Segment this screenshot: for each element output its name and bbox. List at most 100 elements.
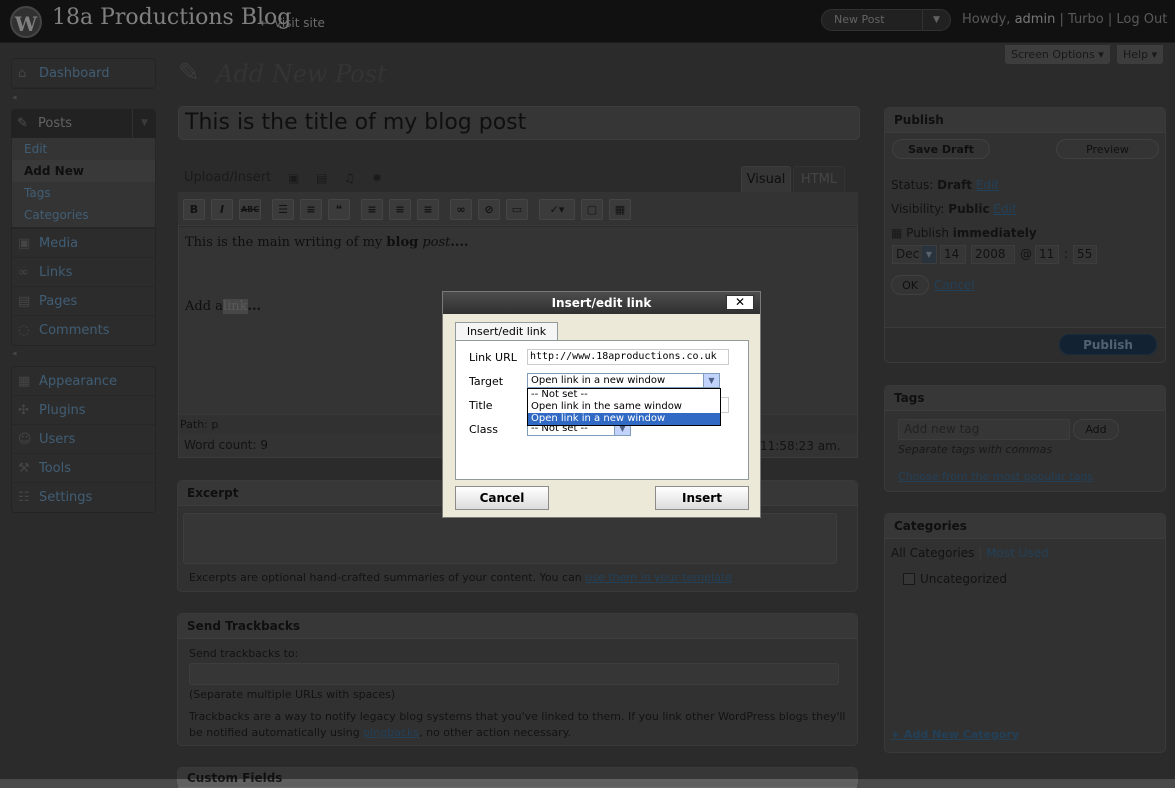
cancel-schedule-link[interactable]: Cancel [934,278,975,292]
trackbacks-help-text: , no other action necessary. [419,726,572,739]
target-option-highlighted[interactable]: Open link in a new window [528,413,720,425]
blog-name[interactable]: 18a Productions Blog [52,5,291,30]
add-video-icon[interactable]: ▤ [316,171,327,185]
target-select[interactable]: Open link in a new window ▼ [527,373,720,388]
separator-arrow-icon[interactable]: ◂ [12,349,17,359]
target-option[interactable]: -- Not set -- [528,389,720,401]
content-bold: blog [386,235,419,250]
fullscreen-icon[interactable]: ▢ [581,199,603,220]
italic-icon[interactable]: I [211,199,233,220]
sidebar-item-media[interactable]: ▣ Media [12,229,155,258]
kitchen-sink-icon[interactable]: ▦ [609,199,631,220]
sidebar-item-pages[interactable]: ▤ Pages [12,287,155,316]
chevron-down-icon[interactable]: ▼ [922,246,936,263]
excerpt-textarea[interactable] [183,513,837,564]
tab-visual[interactable]: Visual [741,166,791,192]
chevron-down-icon[interactable]: ▼ [132,109,156,138]
wordpress-logo-icon[interactable]: W [10,6,42,38]
tab-most-used[interactable]: Most Used [986,546,1049,560]
trackbacks-input[interactable] [189,663,839,685]
numbered-list-icon[interactable]: ≡ [300,199,322,220]
title-label: Title [469,399,493,412]
edit-status-link[interactable]: Edit [976,178,999,192]
sidebar-item-links[interactable]: ∞ Links [12,258,155,287]
day-input[interactable]: 14 [940,245,966,264]
sidebar-item-plugins[interactable]: ✣ Plugins [12,396,155,425]
bullet-list-icon[interactable]: ☰ [272,199,294,220]
add-tag-button[interactable]: Add [1073,419,1119,440]
align-center-icon[interactable]: ≡ [389,199,411,220]
blockquote-icon[interactable]: ❝ [328,199,350,220]
edit-visibility-link[interactable]: Edit [993,202,1016,216]
submenu-item-edit[interactable]: Edit [12,138,155,160]
sidebar-item-posts[interactable]: ✎ Posts ▼ [11,109,156,138]
help-button[interactable]: Help ▾ [1117,45,1164,64]
separator-arrow-icon[interactable]: ◂ [12,93,17,103]
favorite-actions-dropdown[interactable]: New Post ▼ [821,9,951,31]
sidebar-group-content: ▣ Media ∞ Links ▤ Pages ◌ Comments [11,228,156,346]
save-draft-button[interactable]: Save Draft [892,139,990,159]
tab-html[interactable]: HTML [793,166,845,192]
screen-options-button[interactable]: Screen Options ▾ [1005,45,1110,64]
align-left-icon[interactable]: ≡ [361,199,383,220]
custom-fields-title[interactable]: Custom Fields [178,768,857,788]
insert-link-icon[interactable]: ∞ [450,199,472,220]
trackbacks-title[interactable]: Send Trackbacks [178,614,857,639]
sidebar-item-comments[interactable]: ◌ Comments [12,316,155,345]
chevron-down-icon[interactable]: ▼ [703,374,719,387]
sidebar-item-tools[interactable]: ⚒ Tools [12,454,155,483]
tab-all-categories[interactable]: All Categories [891,546,974,560]
sidebar-item-label: Settings [39,490,93,505]
spellcheck-icon[interactable]: ✓▾ [539,199,575,220]
category-checkbox[interactable] [903,573,915,585]
bold-icon[interactable]: B [183,199,205,220]
categories-title[interactable]: Categories [885,514,1165,539]
users-icon: ☺ [18,432,32,447]
sidebar-item-users[interactable]: ☺ Users [12,425,155,454]
chevron-down-icon[interactable]: ▼ [922,10,950,30]
cancel-button[interactable]: Cancel [455,486,549,510]
dialog-tab-insert-link[interactable]: Insert/edit link [455,322,558,341]
target-option[interactable]: Open link in the same window [528,401,720,413]
insert-button[interactable]: Insert [655,486,749,510]
pingbacks-link[interactable]: pingbacks [363,726,419,739]
home-icon: ⌂ [18,66,27,81]
add-media-icon[interactable]: ✹ [372,171,382,185]
visit-site-link[interactable]: ← Visit site [260,16,325,30]
link-url-input[interactable]: http://www.18aproductions.co.uk [527,349,729,365]
publish-title[interactable]: Publish [885,108,1165,133]
ok-button[interactable]: OK [891,275,929,295]
more-tag-icon[interactable]: ▭ [506,199,528,220]
visibility-label: Visibility: [891,202,945,216]
submenu-item-add-new[interactable]: Add New [12,160,155,182]
user-links[interactable]: | Turbo | Log Out [1059,12,1167,27]
content-paragraph-1: This is the main writing of my blog post… [185,235,469,250]
tag-input[interactable]: Add new tag [898,419,1070,440]
sidebar-item-appearance[interactable]: ▦ Appearance [12,367,155,396]
excerpt-help-link[interactable]: use them in your template [585,571,732,584]
publish-button[interactable]: Publish [1059,334,1157,355]
sidebar-item-settings[interactable]: ☷ Settings [12,483,155,512]
submenu-item-categories[interactable]: Categories [12,204,155,226]
unlink-icon[interactable]: ⊘ [478,199,500,220]
month-value: Dec [896,247,920,261]
minute-input[interactable]: 55 [1073,245,1097,264]
post-visibility: Visibility: Public Edit [891,202,1017,216]
preview-button[interactable]: Preview [1056,139,1159,159]
popular-tags-link[interactable]: Choose from the most popular tags [898,470,1093,483]
strikethrough-icon[interactable]: ABC [239,199,261,220]
month-select[interactable]: Dec ▼ [892,245,937,264]
post-title-input[interactable]: This is the title of my blog post [178,106,860,140]
close-icon[interactable]: ✕ [726,295,754,310]
year-input[interactable]: 2008 [971,245,1015,264]
user-name-link[interactable]: admin [1015,12,1056,27]
hour-input[interactable]: 11 [1035,245,1059,264]
submenu-item-tags[interactable]: Tags [12,182,155,204]
align-right-icon[interactable]: ≡ [417,199,439,220]
add-new-category-link[interactable]: + Add New Category [891,728,1019,741]
tags-title[interactable]: Tags [885,386,1165,411]
posts-submenu: Edit Add New Tags Categories [11,138,156,228]
sidebar-item-dashboard[interactable]: ⌂ Dashboard [12,59,155,88]
add-image-icon[interactable]: ▣ [288,171,299,185]
add-audio-icon[interactable]: ♫ [344,171,355,185]
